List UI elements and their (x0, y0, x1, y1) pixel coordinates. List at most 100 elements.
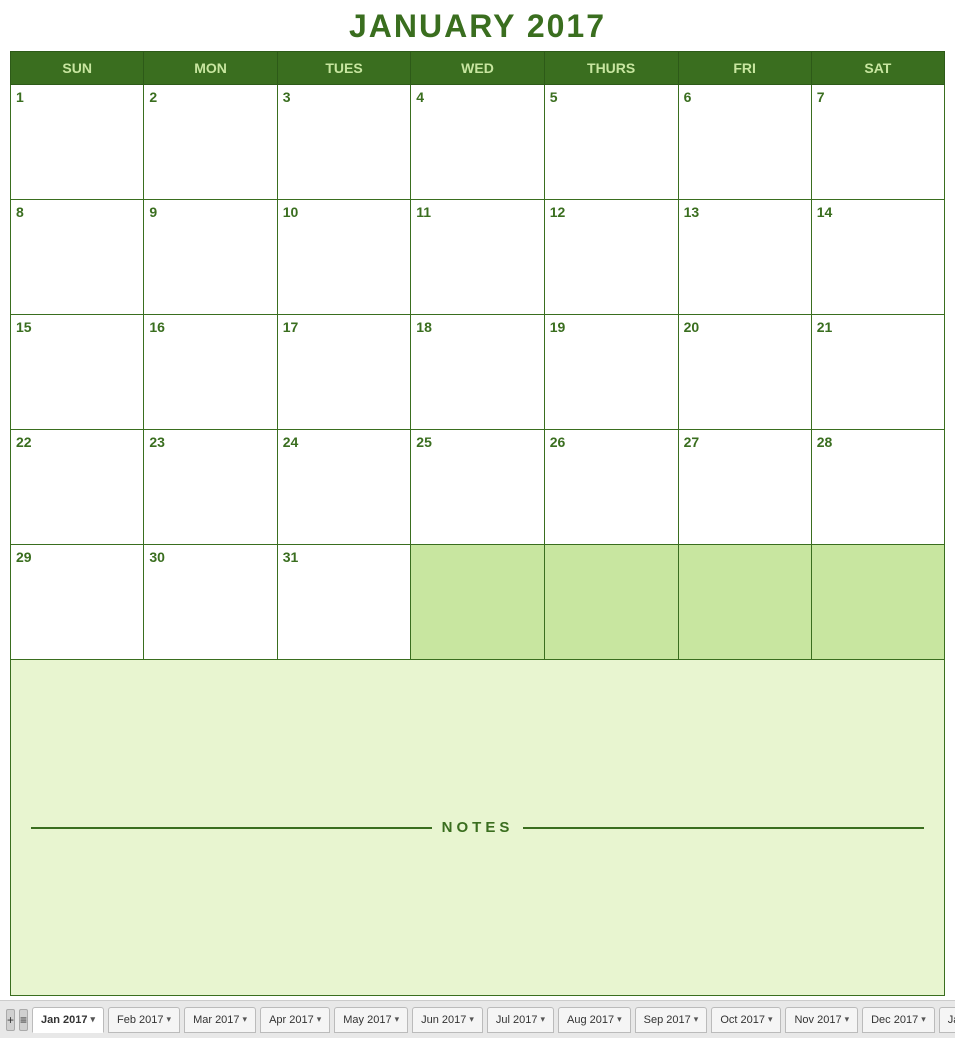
day-cell[interactable] (678, 545, 811, 660)
day-cell[interactable]: 22 (11, 430, 144, 545)
day-cell[interactable]: 30 (144, 545, 277, 660)
sheets-menu-button[interactable]: ≡ (19, 1009, 28, 1031)
chevron-down-icon: ▾ (91, 1014, 96, 1025)
notes-cell[interactable]: NOTES (11, 660, 945, 996)
day-cell[interactable]: 1 (11, 85, 144, 200)
day-number: 19 (550, 319, 673, 335)
day-cell[interactable]: 10 (277, 200, 411, 315)
day-cell[interactable]: 11 (411, 200, 544, 315)
day-number: 6 (684, 89, 806, 105)
day-cell[interactable]: 14 (811, 200, 944, 315)
day-cell[interactable]: 17 (277, 315, 411, 430)
day-cell[interactable]: 13 (678, 200, 811, 315)
day-cell[interactable]: 18 (411, 315, 544, 430)
calendar-week-row: 29 30 31 (11, 545, 945, 660)
day-cell[interactable] (411, 545, 544, 660)
day-number: 1 (16, 89, 138, 105)
sheet-tab-sep-2017[interactable]: Sep 2017▾ (635, 1007, 708, 1033)
sheet-tab-label: Jan 2017 (41, 1014, 87, 1026)
notes-line-right (523, 827, 924, 829)
day-cell[interactable]: 19 (544, 315, 678, 430)
chevron-down-icon: ▾ (617, 1014, 622, 1025)
day-number: 7 (817, 89, 939, 105)
day-number: 2 (149, 89, 271, 105)
day-cell[interactable]: 9 (144, 200, 277, 315)
sheet-tab-label: Dec 2017 (871, 1014, 918, 1026)
day-cell[interactable]: 29 (11, 545, 144, 660)
sheet-tab-label: May 2017 (343, 1014, 391, 1026)
day-number: 12 (550, 204, 673, 220)
day-number: 31 (283, 549, 406, 565)
header-row: SUNMONTUESWEDTHURSFRISAT (11, 52, 945, 85)
calendar-table: SUNMONTUESWEDTHURSFRISAT 123456789101112… (10, 51, 945, 996)
day-cell[interactable]: 12 (544, 200, 678, 315)
day-number: 10 (283, 204, 406, 220)
day-number: 14 (817, 204, 939, 220)
day-cell[interactable]: 31 (277, 545, 411, 660)
day-number: 11 (416, 204, 538, 220)
day-cell[interactable]: 7 (811, 85, 944, 200)
sheet-tab-jan-2017[interactable]: Jan 2017 ▾ (32, 1007, 104, 1033)
sheet-tab-label: Aug 2017 (567, 1014, 614, 1026)
day-number: 13 (684, 204, 806, 220)
day-cell[interactable]: 26 (544, 430, 678, 545)
day-number: 23 (149, 434, 271, 450)
day-cell[interactable]: 8 (11, 200, 144, 315)
day-cell[interactable]: 27 (678, 430, 811, 545)
day-cell[interactable]: 2 (144, 85, 277, 200)
day-number: 30 (149, 549, 271, 565)
sheet-tab-aug-2017[interactable]: Aug 2017▾ (558, 1007, 631, 1033)
calendar-week-row: 1234567 (11, 85, 945, 200)
calendar-title: JANUARY 2017 (10, 8, 945, 45)
calendar-week-row: 22 23 24 2526 27 28 (11, 430, 945, 545)
day-cell[interactable]: 3 (277, 85, 411, 200)
day-cell[interactable]: 16 (144, 315, 277, 430)
calendar-week-row: 89 10 11 12 13 14 (11, 200, 945, 315)
calendar-container: JANUARY 2017 SUNMONTUESWEDTHURSFRISAT 12… (0, 0, 955, 1000)
sheet-tab-label: Jun 2017 (421, 1014, 466, 1026)
chevron-down-icon: ▾ (541, 1014, 546, 1025)
notes-line-left (31, 827, 432, 829)
chevron-down-icon: ▾ (469, 1014, 474, 1025)
day-cell[interactable]: 28 (811, 430, 944, 545)
day-number: 18 (416, 319, 538, 335)
sheet-tab-jan-2018[interactable]: Jan 2018▾ (939, 1007, 955, 1033)
sheet-tab-oct-2017[interactable]: Oct 2017▾ (711, 1007, 781, 1033)
sheet-tab-label: Sep 2017 (644, 1014, 691, 1026)
day-cell[interactable]: 4 (411, 85, 544, 200)
chevron-down-icon: ▾ (921, 1014, 926, 1025)
sheet-tab-nov-2017[interactable]: Nov 2017▾ (785, 1007, 858, 1033)
day-cell[interactable]: 25 (411, 430, 544, 545)
sheet-tab-label: Jan 2018 (948, 1014, 955, 1026)
day-number: 24 (283, 434, 406, 450)
day-number: 29 (16, 549, 138, 565)
sheet-tab-jul-2017[interactable]: Jul 2017▾ (487, 1007, 554, 1033)
day-cell[interactable] (811, 545, 944, 660)
day-cell[interactable]: 5 (544, 85, 678, 200)
day-number: 8 (16, 204, 138, 220)
chevron-down-icon: ▾ (317, 1014, 322, 1025)
day-cell[interactable]: 24 (277, 430, 411, 545)
sheet-tab-mar-2017[interactable]: Mar 2017▾ (184, 1007, 256, 1033)
day-cell[interactable] (544, 545, 678, 660)
day-cell[interactable]: 23 (144, 430, 277, 545)
sheet-tab-dec-2017[interactable]: Dec 2017▾ (862, 1007, 935, 1033)
sheet-tab-label: Apr 2017 (269, 1014, 314, 1026)
sheet-tab-jun-2017[interactable]: Jun 2017▾ (412, 1007, 483, 1033)
sheet-tab-label: Mar 2017 (193, 1014, 239, 1026)
day-number: 15 (16, 319, 138, 335)
bottom-bar: + ≡ Jan 2017▾Feb 2017▾Mar 2017▾Apr 2017▾… (0, 1000, 955, 1038)
chevron-down-icon: ▾ (694, 1014, 699, 1025)
day-cell[interactable]: 20 (678, 315, 811, 430)
day-cell[interactable]: 21 (811, 315, 944, 430)
chevron-down-icon: ▾ (167, 1014, 172, 1025)
add-sheet-button[interactable]: + (6, 1009, 15, 1031)
sheet-tab-apr-2017[interactable]: Apr 2017▾ (260, 1007, 330, 1033)
day-number: 22 (16, 434, 138, 450)
sheet-tab-may-2017[interactable]: May 2017▾ (334, 1007, 408, 1033)
sheet-tab-feb-2017[interactable]: Feb 2017▾ (108, 1007, 180, 1033)
day-number: 27 (684, 434, 806, 450)
day-number: 5 (550, 89, 673, 105)
day-cell[interactable]: 6 (678, 85, 811, 200)
day-cell[interactable]: 15 (11, 315, 144, 430)
